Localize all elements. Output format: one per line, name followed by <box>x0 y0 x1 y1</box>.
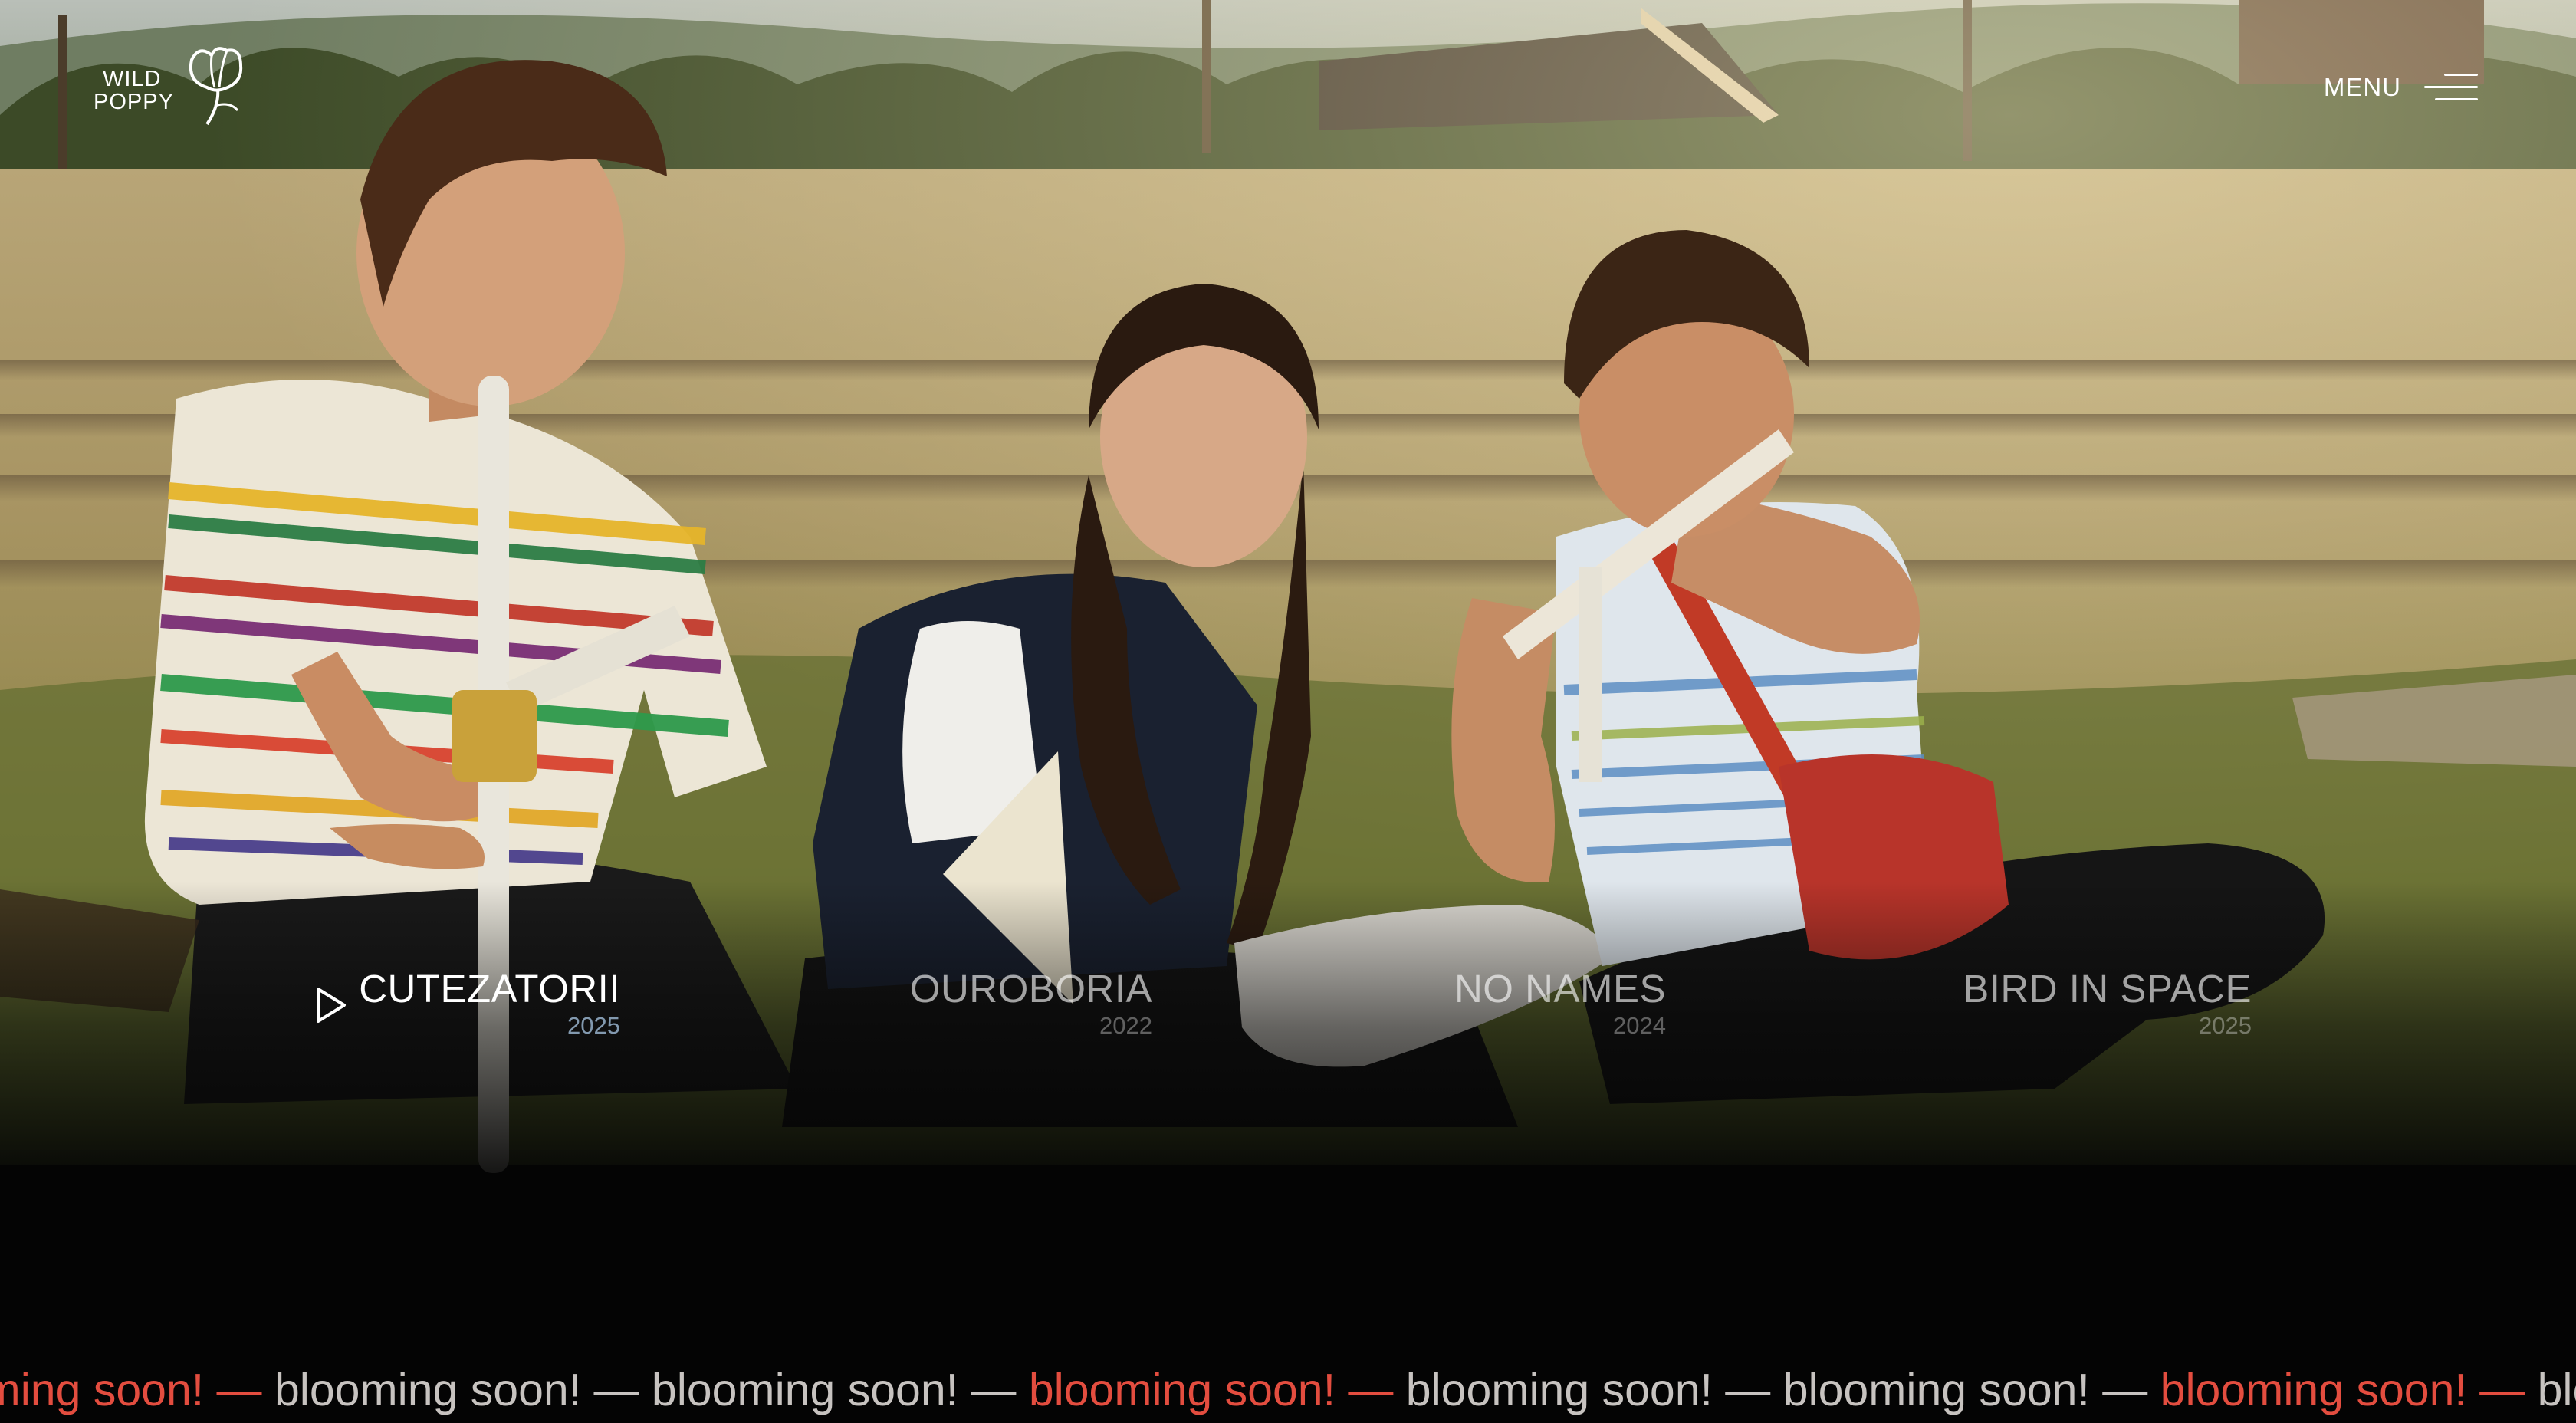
film-year: 2022 <box>1099 1012 1152 1039</box>
menu-button[interactable]: MENU <box>2324 64 2478 110</box>
marquee-item: blooming soon! — <box>651 1365 1029 1415</box>
hero-bottom-fade <box>0 882 2576 1204</box>
film-title: OUROBORIA <box>909 967 1152 1011</box>
poppy-flower-icon <box>189 47 243 126</box>
film-title: BIRD IN SPACE <box>1963 967 2252 1011</box>
film-title: NO NAMES <box>1454 967 1666 1011</box>
marquee-item: blooming soon! — <box>1783 1365 2160 1415</box>
marquee-item: blooming soon! — <box>0 1365 262 1415</box>
hero-illustration <box>0 0 2576 1173</box>
film-item-bird-in-space[interactable]: BIRD IN SPACE 2025 <box>1963 968 2252 1040</box>
play-triangle-icon <box>317 988 346 1023</box>
hero-film-still <box>0 0 2576 1423</box>
marquee-item: blooming soon! <box>2537 1365 2576 1415</box>
logo-line-1: WILD <box>103 67 162 91</box>
film-title: CUTEZATORII <box>359 967 620 1011</box>
logo-wordmark: WILD POPPY <box>94 67 174 113</box>
film-item-no-names[interactable]: NO NAMES 2024 <box>1454 968 1666 1040</box>
marquee-item: blooming soon! — <box>274 1365 652 1415</box>
film-item-ouroboria[interactable]: OUROBORIA 2022 <box>910 968 1152 1040</box>
marquee-item: blooming soon! — <box>1028 1365 1406 1415</box>
logo-line-2: POPPY <box>94 90 174 114</box>
marquee-item: blooming soon! — <box>1405 1365 1783 1415</box>
menu-label: MENU <box>2323 73 2401 101</box>
blooming-soon-marquee: blooming soon! — blooming soon! — bloomi… <box>0 1357 2576 1423</box>
film-year: 2025 <box>2199 1012 2252 1039</box>
marquee-track: blooming soon! — blooming soon! — bloomi… <box>0 1357 2576 1423</box>
film-year: 2024 <box>1613 1012 1666 1039</box>
film-year: 2025 <box>567 1012 620 1039</box>
hamburger-menu-icon <box>2424 69 2478 106</box>
marquee-item: blooming soon! — <box>2160 1365 2538 1415</box>
film-item-cutezatorii[interactable]: CUTEZATORII 2025 <box>359 968 620 1040</box>
wild-poppy-logo[interactable]: WILD POPPY <box>94 44 262 129</box>
